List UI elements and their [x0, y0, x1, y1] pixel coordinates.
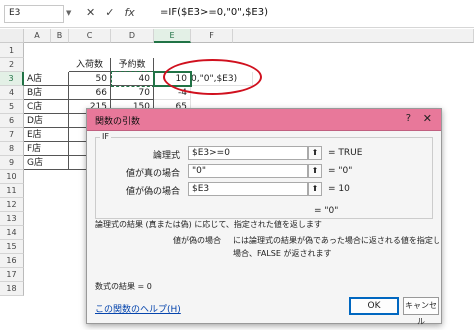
- detail-text-1: には論理式の結果が偽であった場合に返される値を指定します。省略された: [233, 236, 439, 245]
- enter-icon[interactable]: ✓: [105, 6, 114, 19]
- row-header-10[interactable]: 10: [0, 170, 24, 184]
- cell-c2[interactable]: 入荷数: [69, 58, 111, 72]
- collapse-icon[interactable]: ⬆: [308, 164, 322, 178]
- arg-input-logical-test[interactable]: $E3>=0: [188, 146, 308, 160]
- close-icon[interactable]: ✕: [423, 112, 432, 125]
- arg-result-value-if-true: = "0": [328, 166, 353, 176]
- col-header-e[interactable]: E: [154, 29, 191, 43]
- formula-result: 数式の結果 = 0: [95, 282, 152, 291]
- cell-b6[interactable]: D店: [24, 114, 69, 128]
- cell-b8[interactable]: F店: [24, 142, 69, 156]
- cell-c4[interactable]: 66: [69, 86, 111, 100]
- row-header-18[interactable]: 18: [0, 282, 24, 296]
- select-all-corner[interactable]: [0, 29, 24, 43]
- row-header-8[interactable]: 8: [0, 142, 24, 156]
- row-header-9[interactable]: 9: [0, 156, 24, 170]
- arguments-group: IF 論理式 $E3>=0 ⬆ = TRUE 値が真の場合 "0" ⬆ = "0…: [95, 132, 433, 219]
- cancel-button[interactable]: キャンセル: [403, 297, 439, 326]
- collapse-icon[interactable]: ⬆: [308, 146, 322, 160]
- function-description: 論理式の結果 (真または偽) に応じて、指定された値を返します: [95, 220, 322, 229]
- dialog-titlebar[interactable]: 関数の引数 ? ✕: [87, 109, 441, 131]
- row-header-15[interactable]: 15: [0, 240, 24, 254]
- arg-label-value-if-true: 値が真の場合: [125, 169, 180, 179]
- row-header-14[interactable]: 14: [0, 226, 24, 240]
- detail-text-2: 場合、FALSE が返されます: [233, 249, 332, 258]
- col-header-b[interactable]: B: [51, 29, 69, 43]
- cell-b4[interactable]: B店: [24, 86, 69, 100]
- cancel-icon[interactable]: ✕: [86, 6, 95, 19]
- cell-c3[interactable]: 50: [69, 72, 111, 86]
- col-header-d[interactable]: D: [111, 29, 154, 43]
- help-icon[interactable]: ?: [406, 113, 411, 124]
- cell-b7[interactable]: E店: [24, 128, 69, 142]
- row-header-4[interactable]: 4: [0, 86, 24, 100]
- col-header-a[interactable]: A: [24, 29, 51, 43]
- arg-result-value-if-false: = 10: [328, 184, 350, 194]
- formula-bar: E3 ▼ ✕ ✓ fx =IF($E3>=0,"0",$E3): [0, 0, 474, 28]
- row-header-16[interactable]: 16: [0, 254, 24, 268]
- overall-result: = "0": [314, 206, 339, 216]
- chevron-down-icon[interactable]: ▼: [66, 9, 71, 17]
- copy-marquee: [111, 71, 155, 87]
- arg-label-value-if-false: 値が偽の場合: [125, 187, 180, 197]
- cell-b3[interactable]: A店: [24, 72, 69, 86]
- row-header-12[interactable]: 12: [0, 198, 24, 212]
- row-header-13[interactable]: 13: [0, 212, 24, 226]
- function-name: IF: [100, 132, 111, 141]
- row-header-1[interactable]: 1: [0, 43, 24, 58]
- row-header-3[interactable]: 3: [0, 72, 24, 86]
- row-header-11[interactable]: 11: [0, 184, 24, 198]
- ok-button[interactable]: OK: [349, 297, 399, 315]
- collapse-icon[interactable]: ⬆: [308, 182, 322, 196]
- row-header-17[interactable]: 17: [0, 268, 24, 282]
- arg-input-value-if-true[interactable]: "0": [188, 164, 308, 178]
- arg-result-logical-test: = TRUE: [328, 148, 363, 158]
- dialog-title: 関数の引数: [95, 117, 141, 127]
- cell-b5[interactable]: C店: [24, 100, 69, 114]
- arg-input-value-if-false[interactable]: $E3: [188, 182, 308, 196]
- col-header-rest: [233, 29, 474, 43]
- fx-icon[interactable]: fx: [124, 6, 134, 19]
- row-header-7[interactable]: 7: [0, 128, 24, 142]
- row-header-5[interactable]: 5: [0, 100, 24, 114]
- cell-d2[interactable]: 予約数: [111, 58, 154, 72]
- row-header-6[interactable]: 6: [0, 114, 24, 128]
- arg-label-logical-test: 論理式: [152, 151, 180, 161]
- cell-d4[interactable]: 70: [111, 86, 154, 100]
- formula-input[interactable]: =IF($E3>=0,"0",$E3): [160, 7, 268, 18]
- name-box[interactable]: E3: [4, 5, 64, 23]
- row-header-2[interactable]: 2: [0, 58, 24, 72]
- function-arguments-dialog: 関数の引数 ? ✕ IF 論理式 $E3>=0 ⬆ = TRUE 値が真の場合 …: [86, 108, 442, 326]
- col-header-c[interactable]: C: [69, 29, 111, 43]
- col-header-f[interactable]: F: [191, 29, 233, 43]
- help-link[interactable]: この関数のヘルプ(H): [95, 302, 181, 315]
- highlight-ellipse: [163, 59, 262, 95]
- cell-b9[interactable]: G店: [24, 156, 69, 170]
